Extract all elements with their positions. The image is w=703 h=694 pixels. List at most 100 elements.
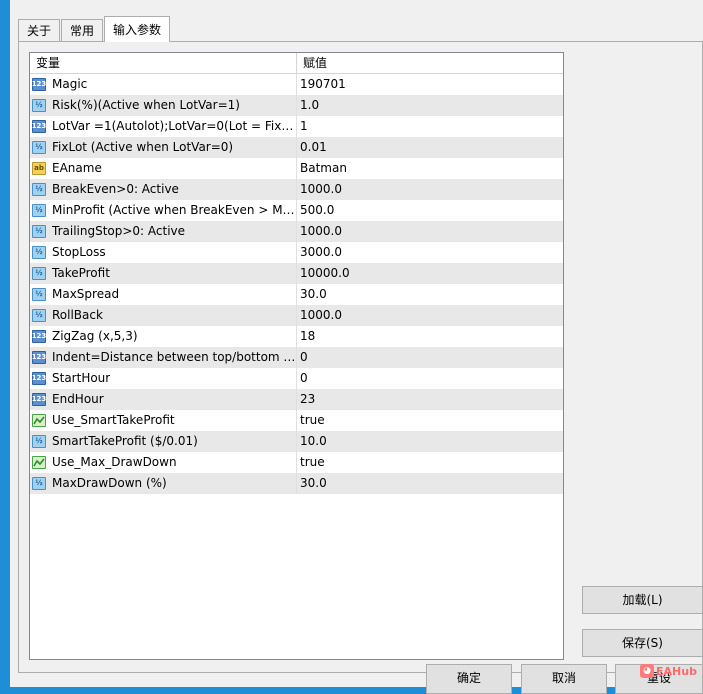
value-cell[interactable]: 23 — [297, 389, 563, 410]
value-cell[interactable]: 1000.0 — [297, 221, 563, 242]
table-row[interactable]: ½ FixLot (Active when LotVar=0) 0.01 — [30, 137, 563, 158]
variable-cell[interactable]: ½ MinProfit (Active when BreakEven > Mi..… — [30, 200, 297, 221]
value-cell[interactable]: 500.0 — [297, 200, 563, 221]
load-button[interactable]: 加载(L) — [582, 586, 703, 614]
table-row[interactable]: ½ StopLoss 3000.0 — [30, 242, 563, 263]
value-cell[interactable]: 10000.0 — [297, 263, 563, 284]
table-row[interactable]: Use_SmartTakeProfit true — [30, 410, 563, 431]
double-type-icon: ½ — [32, 477, 46, 490]
variable-name: EndHour — [52, 392, 104, 406]
double-type-icon: ½ — [32, 288, 46, 301]
variable-name: StopLoss — [52, 245, 106, 259]
variable-cell[interactable]: 123 ZigZag (x,5,3) — [30, 326, 297, 347]
variable-name: Indent=Distance between top/bottom a... — [52, 350, 296, 364]
variable-name: TrailingStop>0: Active — [52, 224, 186, 238]
integer-type-icon: 123 — [32, 330, 46, 343]
value-cell[interactable]: true — [297, 410, 563, 431]
variable-cell[interactable]: ½ StopLoss — [30, 242, 297, 263]
variable-cell[interactable]: ½ SmartTakeProfit ($/0.01) — [30, 431, 297, 452]
watermark: ◕ EAHub — [640, 664, 697, 678]
variable-cell[interactable]: ½ Risk(%)(Active when LotVar=1) — [30, 95, 297, 116]
table-row[interactable]: ½ MaxSpread 30.0 — [30, 284, 563, 305]
table-row[interactable]: ab EAname Batman — [30, 158, 563, 179]
value-cell[interactable]: 0 — [297, 347, 563, 368]
double-type-icon: ½ — [32, 183, 46, 196]
variable-name: Magic — [52, 77, 88, 91]
double-type-icon: ½ — [32, 225, 46, 238]
table-row[interactable]: 123 EndHour 23 — [30, 389, 563, 410]
integer-type-icon: 123 — [32, 372, 46, 385]
value-cell[interactable]: 1.0 — [297, 95, 563, 116]
table-row[interactable]: 123 Indent=Distance between top/bottom a.… — [30, 347, 563, 368]
value-cell[interactable]: 30.0 — [297, 473, 563, 494]
value-cell[interactable]: true — [297, 452, 563, 473]
column-header-variable[interactable]: 变量 — [30, 53, 297, 73]
tab-bar: 关于 常用 输入参数 — [18, 16, 171, 42]
column-header-value[interactable]: 赋值 — [297, 53, 563, 73]
table-row[interactable]: Use_Max_DrawDown true — [30, 452, 563, 473]
table-row[interactable]: ½ TrailingStop>0: Active 1000.0 — [30, 221, 563, 242]
tab-common[interactable]: 常用 — [61, 19, 104, 41]
table-row[interactable]: ½ Risk(%)(Active when LotVar=1) 1.0 — [30, 95, 563, 116]
variable-cell[interactable]: 123 Indent=Distance between top/bottom a.… — [30, 347, 297, 368]
variable-cell[interactable]: ½ BreakEven>0: Active — [30, 179, 297, 200]
value-cell[interactable]: Batman — [297, 158, 563, 179]
input-parameters-dialog: 关于 常用 输入参数 变量 赋值 123 Magic 190701 ½ Risk(%)(… — [10, 0, 703, 694]
double-type-icon: ½ — [32, 435, 46, 448]
table-row[interactable]: ½ MaxDrawDown (%) 30.0 — [30, 473, 563, 494]
variable-cell[interactable]: ½ MaxDrawDown (%) — [30, 473, 297, 494]
value-cell[interactable]: 30.0 — [297, 284, 563, 305]
variable-name: FixLot (Active when LotVar=0) — [52, 140, 234, 154]
table-row[interactable]: ½ RollBack 1000.0 — [30, 305, 563, 326]
integer-type-icon: 123 — [32, 351, 46, 364]
value-cell[interactable]: 1 — [297, 116, 563, 137]
tab-inputs[interactable]: 输入参数 — [104, 16, 171, 42]
grid-body: 123 Magic 190701 ½ Risk(%)(Active when LotVa… — [30, 74, 563, 494]
table-row[interactable]: ½ SmartTakeProfit ($/0.01) 10.0 — [30, 431, 563, 452]
integer-type-icon: 123 — [32, 120, 46, 133]
variable-name: EAname — [52, 161, 102, 175]
value-cell[interactable]: 1000.0 — [297, 179, 563, 200]
integer-type-icon: 123 — [32, 78, 46, 91]
table-row[interactable]: 123 ZigZag (x,5,3) 18 — [30, 326, 563, 347]
variable-cell[interactable]: 123 StartHour — [30, 368, 297, 389]
variable-cell[interactable]: ½ TrailingStop>0: Active — [30, 221, 297, 242]
tab-about[interactable]: 关于 — [18, 19, 61, 41]
table-row[interactable]: ½ BreakEven>0: Active 1000.0 — [30, 179, 563, 200]
eahub-logo-icon: ◕ — [640, 664, 654, 678]
value-cell[interactable]: 10.0 — [297, 431, 563, 452]
value-cell[interactable]: 190701 — [297, 74, 563, 95]
variable-cell[interactable]: ½ MaxSpread — [30, 284, 297, 305]
value-cell[interactable]: 18 — [297, 326, 563, 347]
integer-type-icon: 123 — [32, 393, 46, 406]
variable-cell[interactable]: ½ FixLot (Active when LotVar=0) — [30, 137, 297, 158]
table-row[interactable]: 123 LotVar =1(Autolot);LotVar=0(Lot = Fix… — [30, 116, 563, 137]
bool-type-icon — [32, 456, 46, 469]
variable-cell[interactable]: 123 Magic — [30, 74, 297, 95]
table-row[interactable]: 123 StartHour 0 — [30, 368, 563, 389]
variable-cell[interactable]: Use_Max_DrawDown — [30, 452, 297, 473]
variable-cell[interactable]: 123 EndHour — [30, 389, 297, 410]
variable-name: BreakEven>0: Active — [52, 182, 179, 196]
table-row[interactable]: 123 Magic 190701 — [30, 74, 563, 95]
variable-cell[interactable]: Use_SmartTakeProfit — [30, 410, 297, 431]
parameters-grid[interactable]: 变量 赋值 123 Magic 190701 ½ Risk(%)(Active when… — [29, 52, 564, 660]
variable-name: RollBack — [52, 308, 103, 322]
variable-cell[interactable]: ½ TakeProfit — [30, 263, 297, 284]
double-type-icon: ½ — [32, 246, 46, 259]
value-cell[interactable]: 1000.0 — [297, 305, 563, 326]
value-cell[interactable]: 3000.0 — [297, 242, 563, 263]
cancel-button[interactable]: 取消 — [521, 664, 607, 694]
variable-cell[interactable]: ½ RollBack — [30, 305, 297, 326]
variable-name: MaxSpread — [52, 287, 120, 301]
variable-cell[interactable]: ab EAname — [30, 158, 297, 179]
save-button[interactable]: 保存(S) — [582, 629, 703, 657]
table-row[interactable]: ½ MinProfit (Active when BreakEven > Mi..… — [30, 200, 563, 221]
ok-button[interactable]: 确定 — [426, 664, 512, 694]
value-cell[interactable]: 0.01 — [297, 137, 563, 158]
value-cell[interactable]: 0 — [297, 368, 563, 389]
variable-name: TakeProfit — [52, 266, 110, 280]
double-type-icon: ½ — [32, 204, 46, 217]
variable-cell[interactable]: 123 LotVar =1(Autolot);LotVar=0(Lot = Fix… — [30, 116, 297, 137]
table-row[interactable]: ½ TakeProfit 10000.0 — [30, 263, 563, 284]
